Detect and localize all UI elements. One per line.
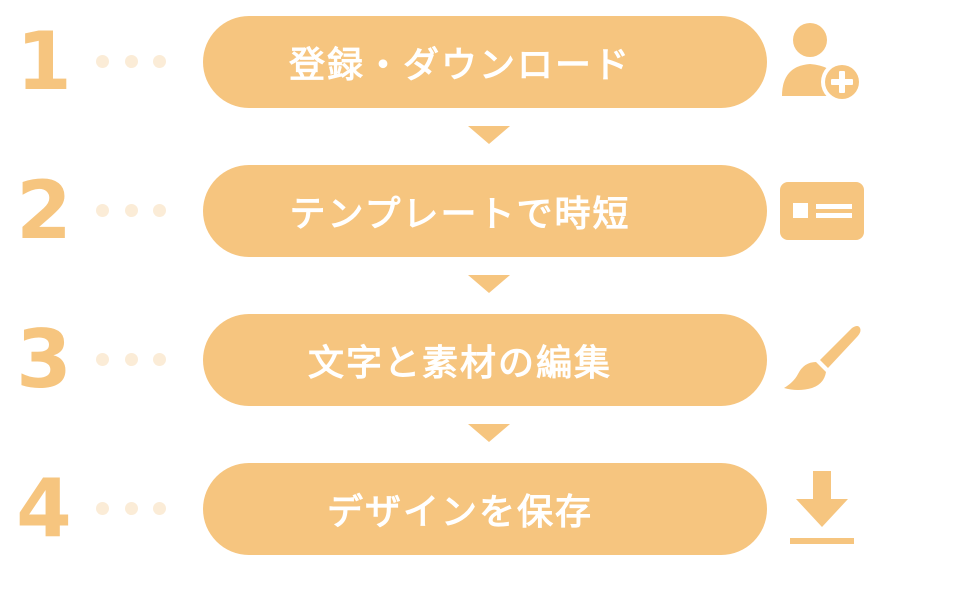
dot — [125, 502, 138, 515]
dot — [153, 502, 166, 515]
step-number: 4 — [16, 462, 72, 555]
step-pill: デザインを保存 — [203, 463, 767, 555]
template-card-icon — [776, 167, 868, 255]
add-user-icon — [776, 18, 868, 106]
step-number: 2 — [16, 164, 72, 257]
connector-dots — [96, 55, 168, 69]
dot — [125, 55, 138, 68]
dot — [153, 55, 166, 68]
paintbrush-icon — [776, 316, 868, 404]
step-flow-diagram: { "colors": { "accent": "#f6c57f", "dot"… — [0, 0, 971, 600]
download-icon — [776, 465, 868, 553]
connector-dots — [96, 204, 168, 218]
down-arrow — [468, 126, 510, 144]
down-arrow — [468, 424, 510, 442]
step-pill: 登録・ダウンロード — [203, 16, 767, 108]
connector-dots — [96, 353, 168, 367]
step-label: デザインを保存 — [326, 492, 593, 533]
step-pill: テンプレートで時短 — [203, 165, 767, 257]
dot — [96, 502, 109, 515]
dot — [125, 353, 138, 366]
dot — [96, 55, 109, 68]
step-1: 1 登録・ダウンロード — [0, 14, 971, 110]
dot — [153, 204, 166, 217]
dot — [96, 204, 109, 217]
step-pill: 文字と素材の編集 — [203, 314, 767, 406]
step-label: 登録・ダウンロード — [288, 45, 631, 86]
step-4: 4 デザインを保存 — [0, 461, 971, 557]
step-2: 2 テンプレートで時短 — [0, 163, 971, 259]
down-arrow — [468, 275, 510, 293]
dot — [125, 204, 138, 217]
connector-dots — [96, 502, 168, 516]
dot — [153, 353, 166, 366]
step-3: 3 文字と素材の編集 — [0, 312, 971, 408]
step-label: 文字と素材の編集 — [307, 343, 612, 384]
dot — [96, 353, 109, 366]
step-number: 3 — [16, 313, 72, 406]
step-label: テンプレートで時短 — [289, 194, 631, 235]
step-number: 1 — [16, 15, 72, 108]
